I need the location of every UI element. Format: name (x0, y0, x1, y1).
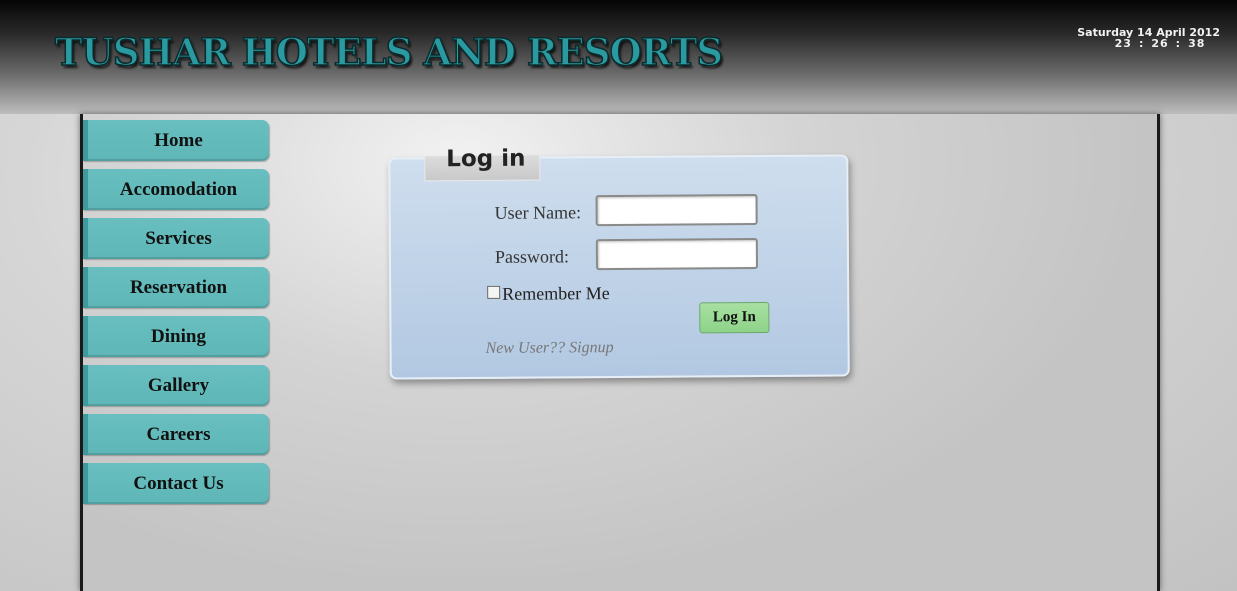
time-seconds: 38 (1188, 37, 1206, 50)
date-time-display: Saturday 14 April 2012 23:26:38 (1070, 27, 1220, 49)
nav-item-gallery[interactable]: Gallery (83, 365, 269, 406)
current-time: 23:26:38 (1070, 38, 1220, 49)
login-panel: Log in User Name: Password: Remember Me … (388, 146, 850, 380)
nav-item-accomodation[interactable]: Accomodation (83, 169, 269, 210)
nav-item-home[interactable]: Home (83, 120, 269, 161)
time-separator: : (1138, 37, 1145, 50)
remember-me-checkbox[interactable] (487, 285, 501, 299)
login-title: Log in (446, 145, 526, 173)
signup-link[interactable]: New User?? Signup (486, 339, 614, 358)
main-content-frame: Home Accomodation Services Reservation D… (80, 114, 1160, 591)
time-separator: : (1175, 37, 1182, 50)
password-input[interactable] (595, 238, 759, 271)
username-input[interactable] (595, 194, 758, 227)
remember-me-label: Remember Me (502, 283, 610, 304)
remember-me-option[interactable]: Remember Me (487, 283, 610, 305)
time-minutes: 26 (1151, 37, 1169, 50)
username-label: User Name: (494, 202, 582, 223)
nav-item-reservation[interactable]: Reservation (83, 267, 269, 308)
nav-item-dining[interactable]: Dining (83, 316, 269, 357)
nav-item-contact-us[interactable]: Contact Us (83, 463, 269, 504)
sidebar-nav: Home Accomodation Services Reservation D… (83, 120, 269, 512)
header-bar: TUSHAR HOTELS AND RESORTS Saturday 14 Ap… (0, 0, 1237, 114)
site-title: TUSHAR HOTELS AND RESORTS (54, 29, 724, 75)
login-button[interactable]: Log In (699, 301, 770, 334)
nav-item-careers[interactable]: Careers (83, 414, 269, 455)
nav-item-services[interactable]: Services (83, 218, 269, 259)
password-label: Password: (494, 246, 570, 267)
time-hours: 23 (1114, 37, 1132, 50)
